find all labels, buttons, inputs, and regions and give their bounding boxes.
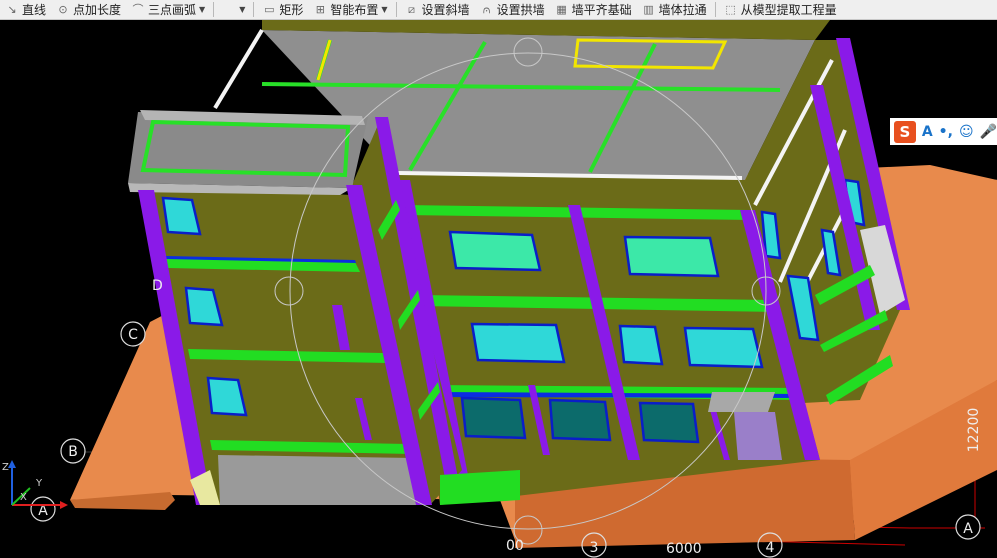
axis-label-3: 3 xyxy=(590,540,599,556)
dimension-label-bottom-left: 00 xyxy=(506,538,524,554)
point-length-icon: ⊙ xyxy=(58,2,68,16)
ime-toolbar[interactable]: S A •, ☺ 🎤 xyxy=(890,118,997,145)
toolbar-slope-wall-button[interactable]: ⧄ 设置斜墙 xyxy=(400,0,475,19)
axis-label-4: 4 xyxy=(766,540,775,556)
toolbar-dropdown-button[interactable]: ▼ xyxy=(217,0,250,19)
toolbar-label: 点加长度 xyxy=(73,3,122,17)
dimension-label-12200: 12200 xyxy=(966,408,982,453)
toolbar-label: 墙体拉通 xyxy=(658,3,707,17)
3d-viewport[interactable]: C B A A D 3 4 00 6000 12200 X Y Z xyxy=(0,20,997,558)
dropdown-icon xyxy=(222,3,236,17)
ucs-y-label: Y xyxy=(35,478,43,489)
front-green-step xyxy=(440,470,520,505)
wall-flush-icon: ▦ xyxy=(556,2,567,16)
axis-label-b: B xyxy=(68,444,78,460)
toolbar-wall-extend-button[interactable]: ▥ 墙体拉通 xyxy=(637,0,712,19)
slope-wall-icon: ⧄ xyxy=(408,2,416,16)
toolbar-separator xyxy=(395,2,397,17)
wall-extend-icon: ▥ xyxy=(643,2,654,16)
toolbar-line-button[interactable]: ↘ 直线 xyxy=(0,0,51,19)
ime-logo[interactable]: S xyxy=(894,120,916,143)
toolbar-point-length-button[interactable]: ⊙ 点加长度 xyxy=(51,0,126,19)
ime-emoji-icon[interactable]: ☺ xyxy=(959,124,974,140)
axis-label-a-right: A xyxy=(963,521,973,537)
ime-mode-toggle[interactable]: A xyxy=(922,124,933,140)
chevron-down-icon[interactable]: ▼ xyxy=(199,5,205,14)
axis-label-d: D xyxy=(152,278,163,294)
toolbar-rectangle-button[interactable]: ▭ 矩形 xyxy=(257,0,308,19)
entrance-door xyxy=(734,412,782,460)
toolbar-label: 设置斜墙 xyxy=(421,3,470,17)
line-icon: ↘ xyxy=(7,2,17,16)
toolbar-label: 智能布置 xyxy=(330,3,379,17)
rectangle-icon: ▭ xyxy=(264,2,275,16)
smart-layout-icon: ⊞ xyxy=(315,2,325,16)
entrance-canopy xyxy=(708,392,775,412)
chevron-down-icon[interactable]: ▼ xyxy=(381,5,387,14)
arc-icon: ⌒ xyxy=(132,2,144,16)
toolbar-label: 从模型提取工程量 xyxy=(740,3,837,17)
toolbar-separator xyxy=(213,2,215,17)
toolbar-extract-quantity-button[interactable]: ⬚ 从模型提取工程量 xyxy=(719,0,842,19)
toolbar-wall-flush-button[interactable]: ▦ 墙平齐基础 xyxy=(550,0,637,19)
toolbar-arc-button[interactable]: ⌒ 三点画弧 ▼ xyxy=(126,0,210,19)
axis-bubble-d-partial: D xyxy=(152,278,163,294)
toolbar-separator xyxy=(253,2,255,17)
toolbar-label: 设置拱墙 xyxy=(496,3,545,17)
left-tower-ground-wall xyxy=(218,455,428,505)
toolbar-label: 三点画弧 xyxy=(148,3,197,17)
axis-bubble-b: B xyxy=(60,438,86,464)
ucs-z-label: Z xyxy=(2,462,9,473)
axis-bubble-a-left: A xyxy=(30,496,56,522)
extract-quantity-icon: ⬚ xyxy=(725,2,736,16)
toolbar-arch-wall-button[interactable]: ⩀ 设置拱墙 xyxy=(475,0,550,19)
axis-bubble-c: C xyxy=(120,321,146,347)
toolbar-smart-layout-button[interactable]: ⊞ 智能布置 ▼ xyxy=(308,0,392,19)
axis-bubble-a-right: A xyxy=(955,514,981,540)
arch-wall-icon: ⩀ xyxy=(482,2,491,16)
toolbar-separator xyxy=(714,2,716,17)
ime-punctuation-icon[interactable]: •, xyxy=(939,124,953,140)
ucs-x-label: X xyxy=(20,492,27,503)
drawing-toolbar: ↘ 直线 ⊙ 点加长度 ⌒ 三点画弧 ▼ ▼ ▭ 矩形 ⊞ 智能布置 ▼ ⧄ 设置斜墙 ⩀ 设置拱墙 ▦ 墙平齐基础… xyxy=(0,0,997,20)
toolbar-label: 直线 xyxy=(22,3,47,17)
axis-label-c: C xyxy=(128,327,138,343)
dimension-label-6000: 6000 xyxy=(666,541,702,557)
chevron-down-icon[interactable]: ▼ xyxy=(239,5,245,14)
ime-voice-icon[interactable]: 🎤 xyxy=(980,124,997,140)
toolbar-label: 墙平齐基础 xyxy=(571,3,632,17)
toolbar-label: 矩形 xyxy=(279,3,304,17)
